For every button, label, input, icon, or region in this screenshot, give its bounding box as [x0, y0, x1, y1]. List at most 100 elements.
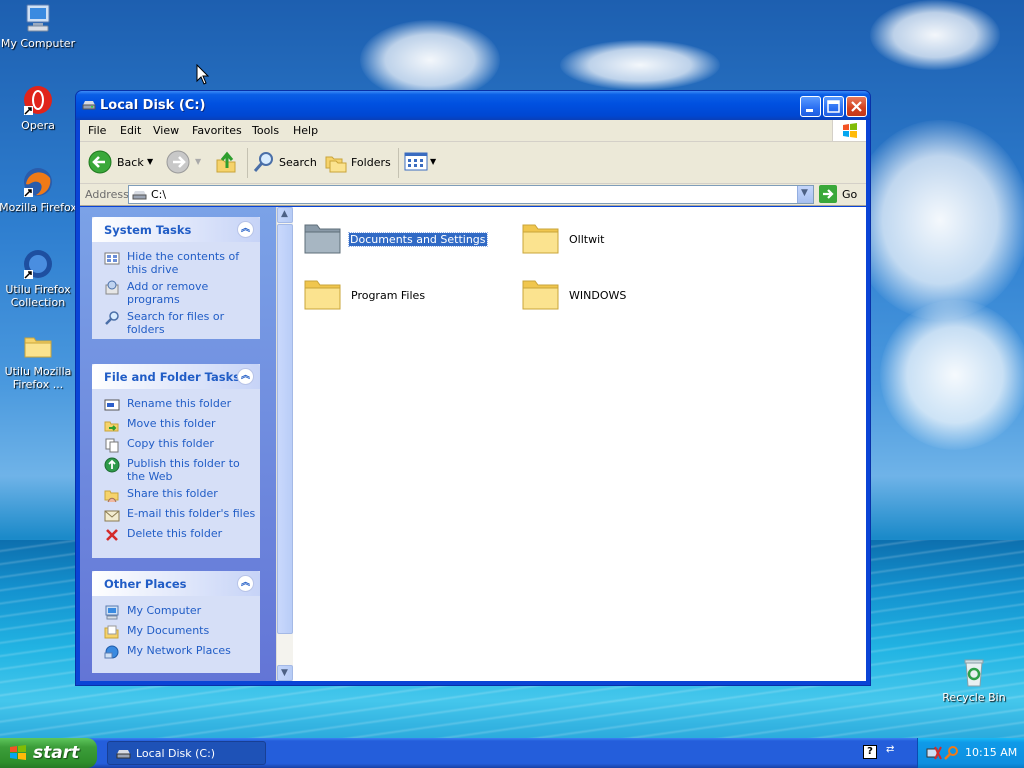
- desktop-icon-label: Utilu Firefox Collection: [5, 283, 71, 309]
- menu-bar: File Edit View Favorites Tools Help: [80, 120, 866, 142]
- views-button[interactable]: ▼: [404, 150, 440, 176]
- task-label: Delete this folder: [127, 527, 223, 540]
- task-publish-web[interactable]: Publish this folder to the Web: [104, 457, 260, 483]
- desktop-icon-firefox[interactable]: Mozilla Firefox: [0, 166, 78, 214]
- task-label: My Documents: [127, 624, 210, 637]
- desktop-icon-utilu-mozilla-firefox[interactable]: Utilu Mozilla Firefox ...: [0, 330, 78, 391]
- start-label: start: [33, 743, 80, 763]
- menu-file[interactable]: File: [88, 124, 106, 137]
- explorer-window[interactable]: Local Disk (C:) File Edit View Favorites…: [75, 90, 871, 686]
- help-icon[interactable]: ?: [863, 745, 877, 759]
- menu-tools[interactable]: Tools: [252, 124, 279, 137]
- task-share-folder[interactable]: Share this folder: [104, 487, 260, 503]
- task-hide-contents[interactable]: Hide the contents of this drive: [104, 250, 260, 276]
- taskbar-task-local-disk[interactable]: Local Disk (C:): [107, 741, 266, 765]
- minimize-icon: [806, 109, 813, 112]
- close-icon: [851, 101, 862, 112]
- folders-icon: [325, 156, 347, 173]
- tray-clock[interactable]: 10:15 AM: [965, 746, 1017, 759]
- task-delete-folder[interactable]: Delete this folder: [104, 527, 260, 543]
- place-my-documents[interactable]: My Documents: [104, 624, 260, 640]
- forward-button[interactable]: ▼: [166, 150, 204, 176]
- task-add-remove-programs[interactable]: Add or remove programs: [104, 280, 260, 306]
- network-places-icon: [104, 645, 119, 659]
- panel-title: System Tasks: [104, 223, 192, 237]
- drive-icon: [116, 750, 131, 759]
- menu-edit[interactable]: Edit: [120, 124, 141, 137]
- search-button[interactable]: Search: [252, 150, 317, 176]
- file-list[interactable]: Documents and Settings Olltwit Program F…: [293, 207, 866, 681]
- scroll-up-button[interactable]: ▲: [277, 207, 293, 223]
- scroll-down-button[interactable]: ▼: [277, 665, 293, 681]
- up-folder-button[interactable]: [214, 150, 240, 176]
- panel-header[interactable]: Other Places ︽: [92, 571, 260, 596]
- panel-header[interactable]: File and Folder Tasks ︽: [92, 364, 260, 389]
- place-my-network-places[interactable]: My Network Places: [104, 644, 260, 660]
- chevron-up-icon: ▲: [281, 209, 288, 219]
- menu-help[interactable]: Help: [293, 124, 318, 137]
- network-tray-icon[interactable]: [925, 744, 943, 762]
- search-icon: [253, 152, 273, 172]
- address-value: C:\: [151, 188, 167, 201]
- publish-web-icon: [104, 457, 120, 473]
- desktop-icon-label: Mozilla Firefox: [0, 201, 77, 214]
- task-rename-folder[interactable]: Rename this folder: [104, 397, 260, 413]
- task-label: Share this folder: [127, 487, 218, 500]
- desktop-icon-opera[interactable]: Opera: [0, 84, 78, 132]
- start-button[interactable]: start: [0, 738, 97, 768]
- recycle-bin-icon: [958, 656, 990, 688]
- place-my-computer[interactable]: My Computer: [104, 604, 260, 620]
- back-button[interactable]: Back ▼: [88, 150, 156, 176]
- menu-favorites[interactable]: Favorites: [192, 124, 242, 137]
- scroll-thumb[interactable]: [277, 224, 293, 634]
- collapse-chevron-icon[interactable]: ︽: [237, 368, 254, 385]
- folders-button[interactable]: Folders: [324, 150, 391, 176]
- toolbar-separator: [398, 148, 399, 178]
- search-tray-icon[interactable]: [943, 745, 959, 761]
- forward-dropdown-icon[interactable]: ▼: [195, 157, 201, 166]
- collapse-chevron-icon[interactable]: ︽: [237, 575, 254, 592]
- task-move-folder[interactable]: Move this folder: [104, 417, 260, 433]
- task-label: My Network Places: [127, 644, 231, 657]
- search-label: Search: [279, 156, 317, 169]
- window-titlebar[interactable]: Local Disk (C:): [76, 91, 870, 120]
- folder-item-program-files[interactable]: Program Files: [303, 275, 503, 315]
- task-search-files[interactable]: Search for files or folders: [104, 310, 260, 336]
- task-label: Move this folder: [127, 417, 216, 430]
- back-dropdown-icon[interactable]: ▼: [147, 157, 153, 166]
- explorer-content: System Tasks ︽ Hide the contents of this…: [80, 207, 866, 681]
- back-label: Back: [117, 156, 144, 169]
- close-button[interactable]: [846, 96, 867, 117]
- quick-launch-icon[interactable]: ⇄: [886, 744, 900, 760]
- go-button[interactable]: Go: [818, 185, 862, 205]
- folder-label: WINDOWS: [569, 289, 627, 302]
- taskbar-task-label: Local Disk (C:): [136, 747, 216, 760]
- address-dropdown-button[interactable]: ▼: [797, 186, 813, 203]
- views-icon: [404, 152, 428, 171]
- email-icon: [104, 510, 120, 522]
- desktop-icon-recycle-bin[interactable]: Recycle Bin: [934, 656, 1014, 704]
- folder-icon: [304, 224, 341, 254]
- maximize-button[interactable]: [823, 96, 844, 117]
- task-email-files[interactable]: E-mail this folder's files: [104, 507, 260, 523]
- panel-header[interactable]: System Tasks ︽: [92, 217, 260, 242]
- menu-view[interactable]: View: [153, 124, 179, 137]
- windows-flag-icon: [10, 745, 26, 760]
- toolbar-separator: [247, 148, 248, 178]
- task-label: Add or remove programs: [127, 280, 209, 306]
- move-folder-icon: [104, 421, 119, 432]
- panel-title: Other Places: [104, 577, 187, 591]
- folder-item-olltwit[interactable]: Olltwit: [521, 219, 701, 259]
- folders-label: Folders: [351, 156, 391, 169]
- task-pane-scrollbar[interactable]: ▲ ▼: [276, 207, 293, 681]
- windows-logo-icon: [832, 120, 866, 141]
- desktop-icon-my-computer[interactable]: My Computer: [0, 2, 78, 50]
- minimize-button[interactable]: [800, 96, 821, 117]
- task-copy-folder[interactable]: Copy this folder: [104, 437, 260, 453]
- folder-item-windows[interactable]: WINDOWS: [521, 275, 701, 315]
- address-field[interactable]: C:\ ▼: [128, 185, 814, 204]
- collapse-chevron-icon[interactable]: ︽: [237, 221, 254, 238]
- mouse-cursor-icon: [196, 64, 210, 85]
- desktop-icon-utilu-firefox-collection[interactable]: Utilu Firefox Collection: [0, 248, 78, 309]
- folder-item-documents-and-settings[interactable]: Documents and Settings: [303, 219, 503, 259]
